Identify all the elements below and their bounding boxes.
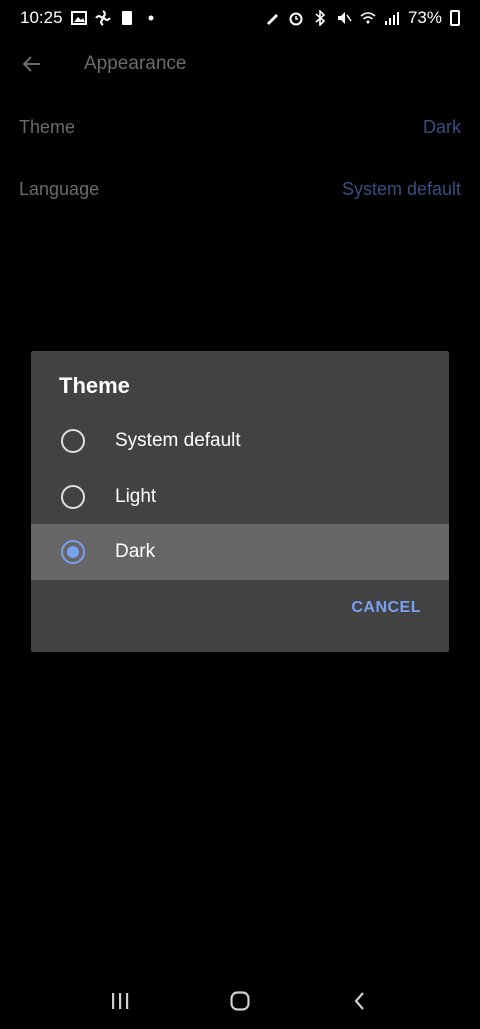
option-system-default[interactable]: System default — [31, 413, 449, 469]
nav-back-button[interactable] — [340, 981, 380, 1021]
chevron-left-icon — [354, 992, 364, 1010]
option-label: Light — [115, 486, 157, 507]
theme-dialog: Theme System default Light Dark CANCEL — [31, 351, 449, 652]
option-light[interactable]: Light — [31, 469, 449, 525]
recents-icon — [112, 993, 129, 1009]
cancel-button[interactable]: CANCEL — [351, 599, 421, 617]
radio-button[interactable] — [61, 485, 85, 509]
recents-button[interactable] — [100, 981, 140, 1021]
radio-button[interactable] — [61, 429, 85, 453]
option-dark[interactable]: Dark — [31, 524, 449, 580]
dialog-title: Theme — [59, 373, 130, 398]
home-icon — [230, 991, 250, 1011]
radio-button-checked[interactable] — [61, 540, 85, 564]
option-label: System default — [115, 430, 241, 451]
option-label: Dark — [115, 541, 156, 562]
home-button[interactable] — [220, 981, 260, 1021]
navigation-bar — [0, 973, 480, 1029]
